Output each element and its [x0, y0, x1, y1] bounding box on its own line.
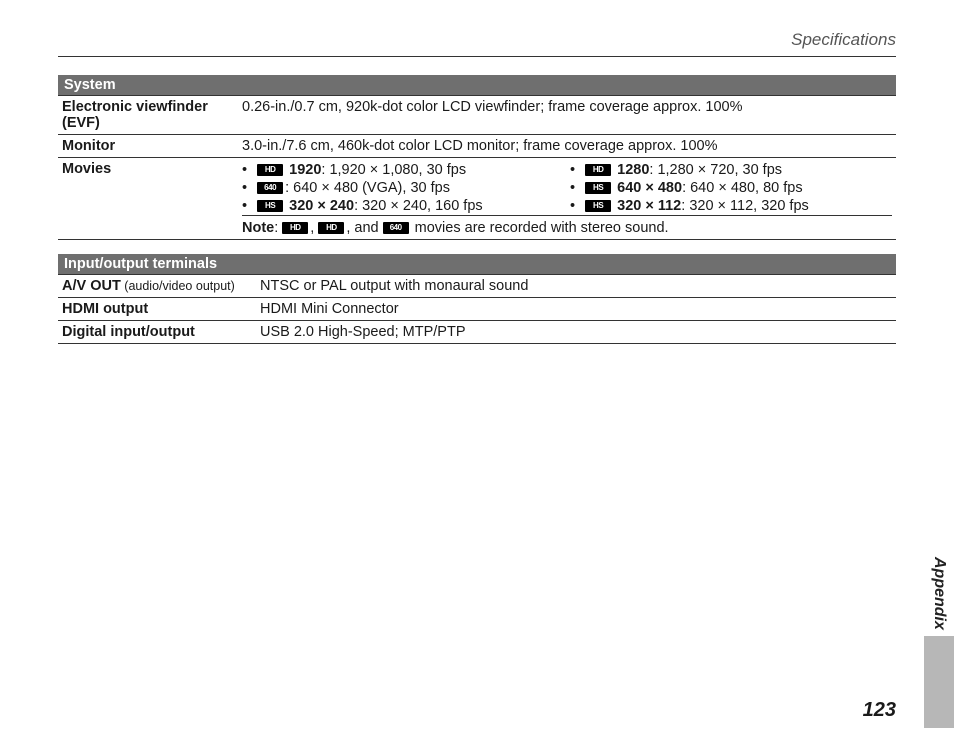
hd-icon: HD [585, 164, 611, 176]
note-sep2: , and [346, 220, 382, 236]
movie-mode-320x112: HS 320 × 112: 320 × 112, 320 fps [570, 197, 892, 215]
system-header: System [58, 75, 896, 96]
note-label: Note [242, 220, 274, 236]
hdmi-label: HDMI output [58, 298, 256, 321]
movie-1920-rest: : 1,920 × 1,080, 30 fps [321, 162, 466, 178]
movie-1920-bold: 1920 [289, 162, 321, 178]
movie-vga-rest: : 640 × 480 (VGA), 30 fps [285, 180, 450, 196]
movie-320x112-bold: 320 × 112 [617, 198, 681, 214]
fullhd-icon: HD [282, 222, 308, 234]
movies-row: Movies HD 1920: 1,920 × 1,080, 30 fps 64… [58, 158, 896, 240]
page: Specifications System Electronic viewfin… [0, 0, 954, 748]
hs-icon: HS [585, 200, 611, 212]
note-rest: movies are recorded with stereo sound. [411, 220, 669, 236]
movie-1280-rest: : 1,280 × 720, 30 fps [649, 162, 782, 178]
digital-label: Digital input/output [58, 321, 256, 344]
avout-row: A/V OUT (audio/video output) NTSC or PAL… [58, 275, 896, 298]
digital-row: Digital input/output USB 2.0 High-Speed;… [58, 321, 896, 344]
system-header-row: System [58, 75, 896, 96]
movie-640x480-bold: 640 × 480 [617, 180, 682, 196]
avout-label: A/V OUT (audio/video output) [58, 275, 256, 298]
movies-label: Movies [58, 158, 238, 240]
evf-row: Electronic viewfinder (EVF) 0.26-in./0.7… [58, 96, 896, 135]
movie-mode-1280: HD 1280: 1,280 × 720, 30 fps [570, 161, 892, 179]
io-header-row: Input/output terminals [58, 254, 896, 275]
hs-icon: HS [585, 182, 611, 194]
fullhd-icon: HD [257, 164, 283, 176]
hdmi-value: HDMI Mini Connector [256, 298, 896, 321]
side-tab-marker [924, 636, 954, 728]
vga-icon: 640 [257, 182, 283, 194]
hs-icon: HS [257, 200, 283, 212]
movie-320x240-rest: : 320 × 240, 160 fps [354, 198, 483, 214]
page-number: 123 [863, 699, 896, 722]
io-table: Input/output terminals A/V OUT (audio/vi… [58, 254, 896, 344]
monitor-label: Monitor [58, 135, 238, 158]
avout-label-bold: A/V OUT [62, 278, 121, 294]
vga-icon: 640 [383, 222, 409, 234]
evf-label: Electronic viewfinder (EVF) [58, 96, 238, 135]
monitor-row: Monitor 3.0-in./7.6 cm, 460k-dot color L… [58, 135, 896, 158]
movie-mode-640x480: HS 640 × 480: 640 × 480, 80 fps [570, 179, 892, 197]
digital-value: USB 2.0 High-Speed; MTP/PTP [256, 321, 896, 344]
avout-value: NTSC or PAL output with monaural sound [256, 275, 896, 298]
header-rule [58, 56, 896, 57]
note-sep1: , [310, 220, 318, 236]
movies-value: HD 1920: 1,920 × 1,080, 30 fps 640: 640 … [238, 158, 896, 240]
avout-label-sub: (audio/video output) [121, 279, 235, 293]
movie-320x240-bold: 320 × 240 [289, 198, 354, 214]
movie-mode-1920: HD 1920: 1,920 × 1,080, 30 fps [242, 161, 564, 179]
hd-icon: HD [318, 222, 344, 234]
movie-320x112-rest: : 320 × 112, 320 fps [681, 198, 809, 214]
io-header: Input/output terminals [58, 254, 896, 275]
side-tab-label: Appendix [930, 557, 948, 630]
movie-mode-vga: 640: 640 × 480 (VGA), 30 fps [242, 179, 564, 197]
monitor-value: 3.0-in./7.6 cm, 460k-dot color LCD monit… [238, 135, 896, 158]
running-head: Specifications [58, 30, 896, 50]
system-table: System Electronic viewfinder (EVF) 0.26-… [58, 75, 896, 240]
movies-note: Note: HD, HD, and 640 movies are recorde… [242, 215, 892, 236]
evf-value: 0.26-in./0.7 cm, 920k-dot color LCD view… [238, 96, 896, 135]
movie-1280-bold: 1280 [617, 162, 649, 178]
movie-mode-320x240: HS 320 × 240: 320 × 240, 160 fps [242, 197, 564, 215]
movie-640x480-rest: : 640 × 480, 80 fps [682, 180, 803, 196]
hdmi-row: HDMI output HDMI Mini Connector [58, 298, 896, 321]
